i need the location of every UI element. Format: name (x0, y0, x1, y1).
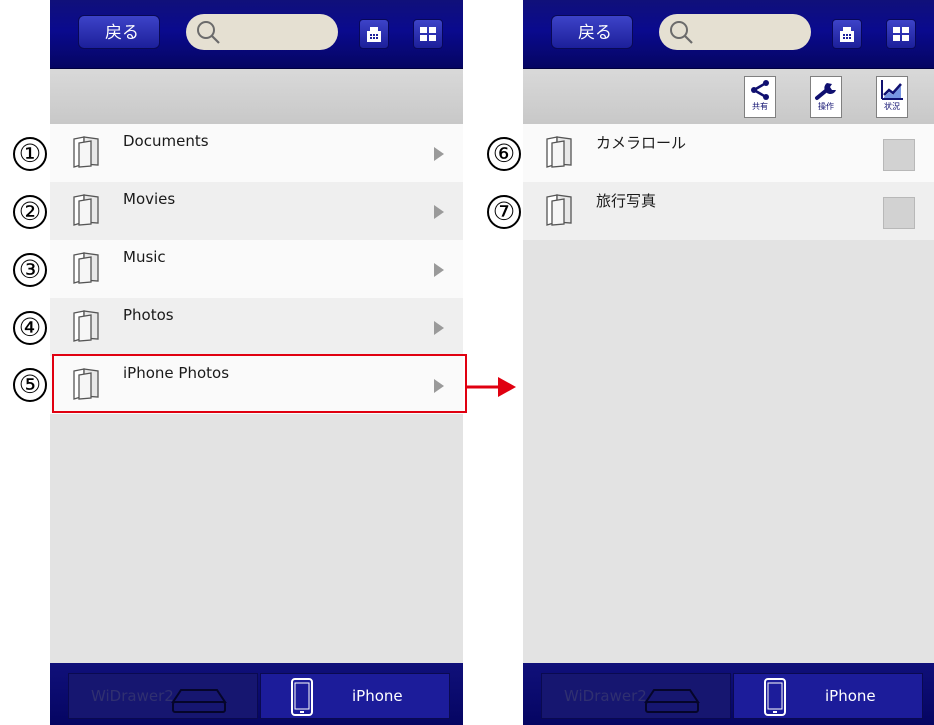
wrench-icon (815, 83, 836, 100)
grid-icon (893, 27, 909, 41)
tab-label: WiDrawer2 (564, 687, 647, 705)
chart-icon (881, 80, 903, 100)
folder-icon (73, 136, 99, 168)
list-item-label: Photos (123, 306, 174, 324)
list-item-label: Music (123, 248, 166, 266)
list-item-label: Movies (123, 190, 176, 208)
tab-label: WiDrawer2 (91, 687, 174, 705)
callout-number: ④ (13, 311, 47, 345)
drive-icon (644, 689, 700, 713)
search-input[interactable] (186, 14, 338, 50)
chevron-right-icon (434, 147, 444, 161)
grid-view-button[interactable] (886, 19, 916, 49)
home-icon (840, 27, 854, 42)
top-bar: 戻る (523, 0, 934, 69)
folder-list: カメラロール 旅行写真 (523, 124, 934, 240)
top-bar: 戻る (50, 0, 463, 69)
phone-icon (764, 678, 786, 716)
tab-label: iPhone (825, 687, 876, 705)
phone-icon (291, 678, 313, 716)
sub-toolbar (50, 69, 463, 124)
home-button[interactable] (359, 19, 389, 49)
folder-icon (73, 194, 99, 226)
folder-icon (546, 194, 572, 226)
list-item[interactable]: カメラロール (523, 124, 934, 182)
search-icon (197, 21, 220, 44)
list-item[interactable]: Movies (50, 182, 463, 240)
share-label: 共有 (752, 102, 768, 111)
callout-number: ② (13, 195, 47, 229)
select-checkbox[interactable] (883, 197, 915, 229)
chevron-right-icon (434, 205, 444, 219)
status-label: 状況 (884, 102, 900, 111)
list-item[interactable]: 旅行写真 (523, 182, 934, 240)
status-button[interactable]: 状況 (876, 76, 908, 118)
list-item-label: Documents (123, 132, 209, 150)
callout-number: ③ (13, 253, 47, 287)
tab-widrawer[interactable]: WiDrawer2 (541, 673, 731, 719)
list-item[interactable]: Music (50, 240, 463, 298)
drive-icon (171, 689, 227, 713)
chevron-right-icon (434, 321, 444, 335)
right-screen: 戻る 共有 操作 状況 カメラロール 旅行写真 WiDrawer2 iPhone (523, 0, 934, 725)
operation-button[interactable]: 操作 (810, 76, 842, 118)
callout-number: ⑥ (487, 137, 521, 171)
highlight-box (52, 354, 467, 413)
sub-toolbar: 共有 操作 状況 (523, 69, 934, 124)
list-item-label: 旅行写真 (596, 192, 657, 210)
tab-iphone[interactable]: iPhone (733, 673, 923, 719)
chevron-right-icon (434, 263, 444, 277)
folder-icon (546, 136, 572, 168)
arrow-right-icon (466, 377, 516, 397)
tab-iphone[interactable]: iPhone (260, 673, 450, 719)
tab-label: iPhone (352, 687, 403, 705)
grid-icon (420, 27, 436, 41)
callout-number: ⑦ (487, 195, 521, 229)
back-button[interactable]: 戻る (551, 15, 633, 49)
list-item-label: カメラロール (596, 134, 687, 152)
search-icon (670, 21, 693, 44)
folder-icon (73, 310, 99, 342)
select-checkbox[interactable] (883, 139, 915, 171)
callout-number: ① (13, 137, 47, 171)
operation-label: 操作 (818, 102, 834, 111)
bottom-tab-bar: WiDrawer2 iPhone (523, 663, 934, 725)
grid-view-button[interactable] (413, 19, 443, 49)
list-item[interactable]: Documents (50, 124, 463, 182)
tab-widrawer[interactable]: WiDrawer2 (68, 673, 258, 719)
search-input[interactable] (659, 14, 811, 50)
folder-icon (73, 252, 99, 284)
share-button[interactable]: 共有 (744, 76, 776, 118)
back-button[interactable]: 戻る (78, 15, 160, 49)
list-item[interactable]: Photos (50, 298, 463, 356)
home-button[interactable] (832, 19, 862, 49)
bottom-tab-bar: WiDrawer2 iPhone (50, 663, 463, 725)
share-icon (751, 80, 769, 100)
home-icon (367, 27, 381, 42)
callout-number: ⑤ (13, 368, 47, 402)
